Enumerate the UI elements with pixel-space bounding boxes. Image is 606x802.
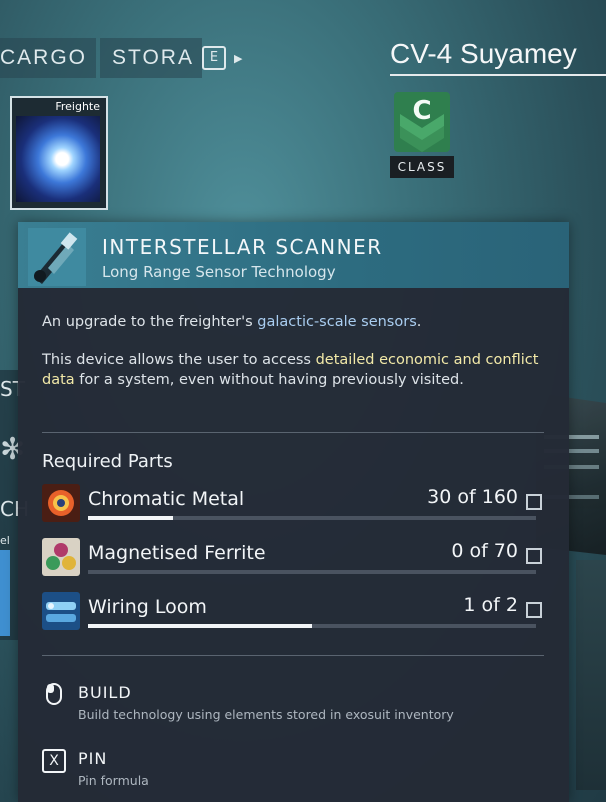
highlight-sensors: galactic-scale sensors (257, 314, 417, 330)
part-count: 0 of 70 (451, 540, 518, 562)
pin-checkbox[interactable] (526, 494, 542, 510)
class-badge: C CLASS (390, 92, 454, 178)
tooltip-title: INTERSTELLAR SCANNER (102, 235, 383, 259)
pin-checkbox[interactable] (526, 548, 542, 564)
tab-cargo[interactable]: CARGO (0, 38, 96, 78)
description-line-2: This device allows the user to access de… (42, 352, 539, 388)
progress-bar (88, 570, 536, 574)
chromatic-metal-icon (42, 484, 80, 522)
part-count: 1 of 2 (463, 594, 518, 616)
pin-label: PIN (78, 749, 108, 768)
next-tab-arrow-icon[interactable]: ▶ (234, 52, 242, 65)
mouse-hold-icon (42, 683, 66, 705)
class-letter: C (412, 96, 432, 126)
tooltip-header: INTERSTELLAR SCANNER Long Range Sensor T… (18, 222, 569, 288)
divider (42, 655, 544, 656)
progress-fill (88, 624, 312, 628)
ship-name: CV-4 Suyamey (390, 38, 606, 76)
class-label: CLASS (390, 156, 454, 178)
side-label-el: el (0, 534, 10, 547)
freighter-tech-icon (16, 116, 100, 202)
inventory-slot[interactable]: Freighte (10, 96, 108, 210)
part-name: Chromatic Metal (88, 488, 245, 510)
progress-bar (88, 624, 536, 628)
part-row-wiring-loom[interactable]: Wiring Loom 1 of 2 (42, 592, 544, 638)
part-count: 30 of 160 (427, 486, 518, 508)
scanner-icon (28, 228, 86, 286)
required-parts-title: Required Parts (42, 451, 173, 472)
part-name: Wiring Loom (88, 596, 207, 618)
part-name: Magnetised Ferrite (88, 542, 266, 564)
part-row-magnetised-ferrite[interactable]: Magnetised Ferrite 0 of 70 (42, 538, 544, 584)
description-line-1: An upgrade to the freighter's galactic-s… (42, 314, 422, 330)
pin-checkbox[interactable] (526, 602, 542, 618)
part-row-chromatic-metal[interactable]: Chromatic Metal 30 of 160 (42, 484, 544, 530)
build-description: Build technology using elements stored i… (78, 707, 454, 722)
inventory-tabs: CARGO STORA E ▶ (0, 38, 242, 78)
tooltip-subtitle: Long Range Sensor Technology (102, 263, 336, 281)
side-slot-blue[interactable] (0, 550, 10, 636)
slot-label: Freighte (55, 100, 100, 113)
magnetised-ferrite-icon (42, 538, 80, 576)
divider (42, 432, 544, 433)
progress-fill (88, 516, 174, 520)
tooltip-panel: INTERSTELLAR SCANNER Long Range Sensor T… (18, 222, 569, 802)
background-structure (576, 560, 606, 790)
progress-bar (88, 516, 536, 520)
x-key-icon: X (42, 749, 66, 773)
e-key-hint[interactable]: E (202, 46, 226, 70)
pin-description: Pin formula (78, 773, 149, 788)
wiring-loom-icon (42, 592, 80, 630)
tab-storage[interactable]: STORA (100, 38, 202, 78)
build-label: BUILD (78, 683, 132, 702)
